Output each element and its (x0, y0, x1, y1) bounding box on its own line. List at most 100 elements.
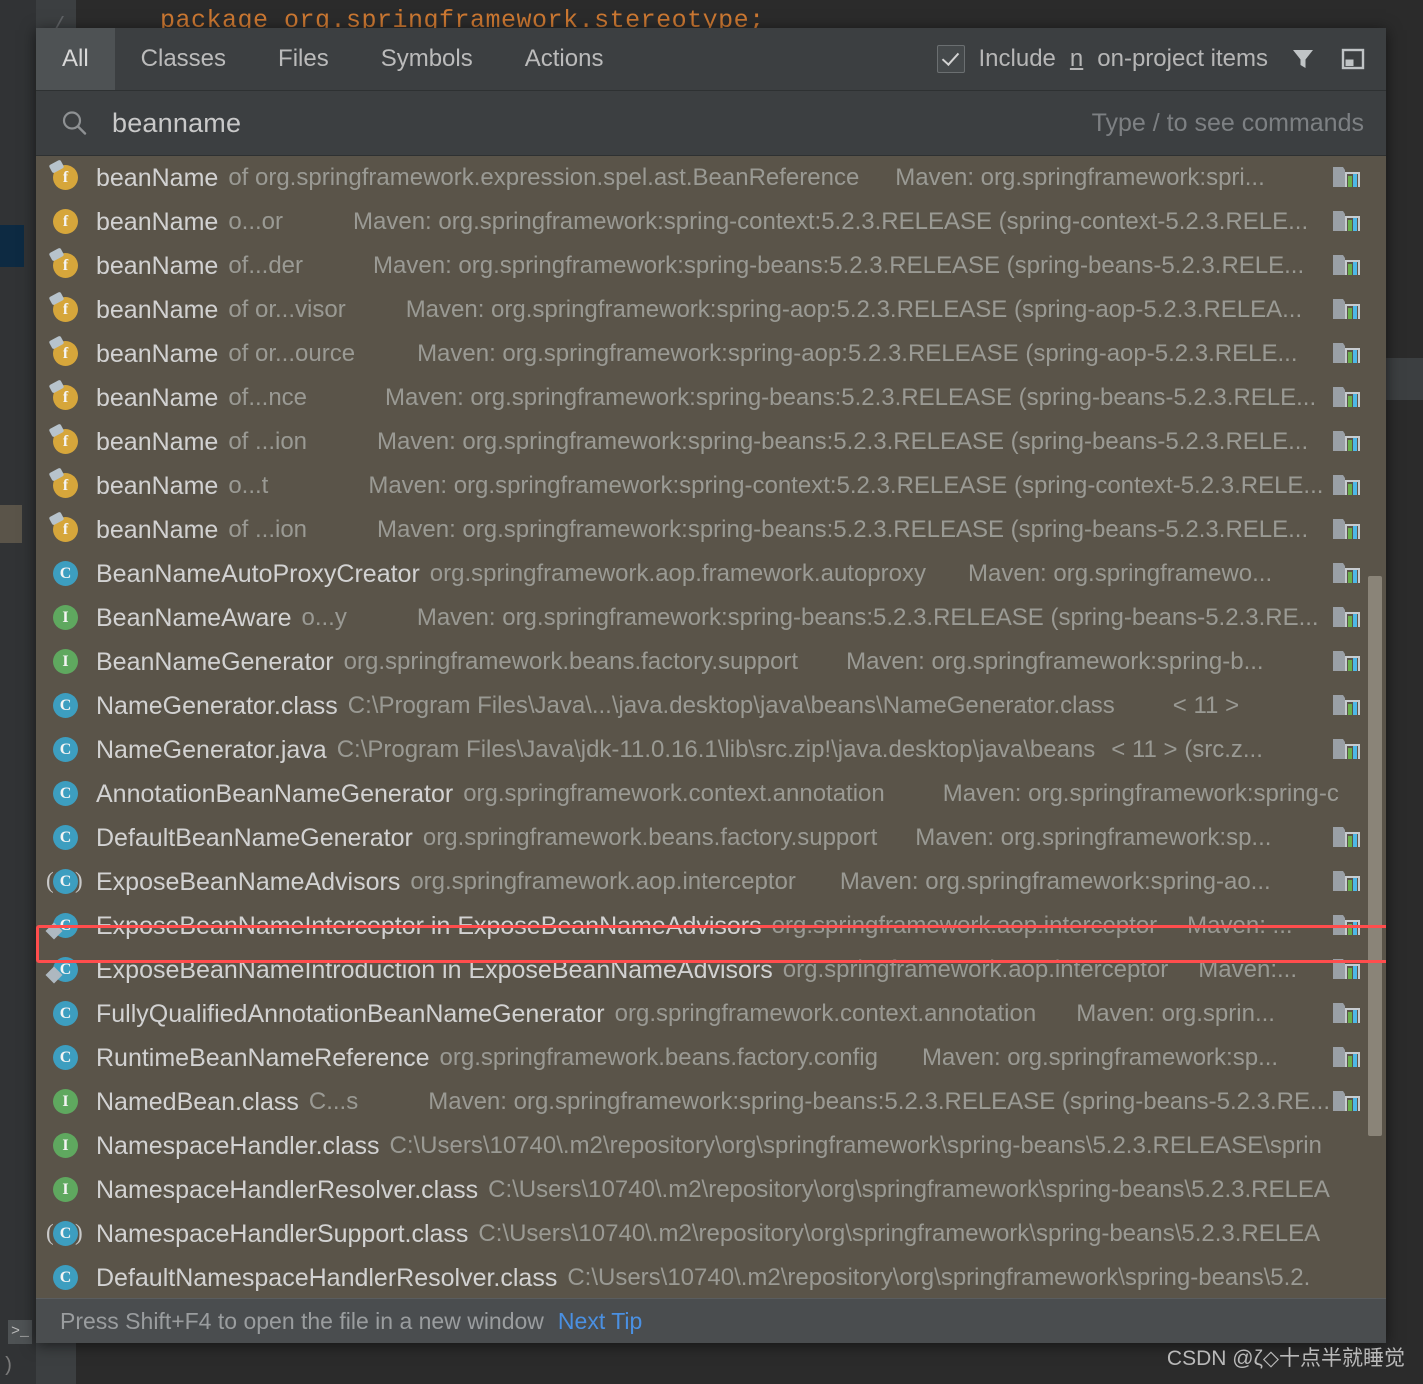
search-result-row[interactable]: I BeanNameGenerator org.springframework.be… (36, 640, 1386, 684)
maven-module-icon (1332, 823, 1362, 851)
result-package: org.springframework.beans.factory.suppor… (422, 824, 878, 851)
search-result-row[interactable]: () C NamespaceHandlerSupport.class C:\Users… (36, 1212, 1386, 1256)
search-result-row[interactable]: f beanName of or...visor Maven: org.springf… (36, 288, 1386, 332)
tab-all[interactable]: All (36, 28, 115, 90)
search-result-row[interactable]: I BeanNameAware o...y Maven: org.springfram… (36, 596, 1386, 640)
search-everywhere-popup: All Classes Files Symbols Actions Includ… (36, 28, 1386, 1343)
search-result-row[interactable]: I NamedBean.class C...s Maven: org.springfr… (36, 1080, 1386, 1124)
result-location: Maven: org.springframework:spring-b... (846, 648, 1264, 675)
next-tip-link[interactable]: Next Tip (558, 1308, 642, 1335)
result-location: Maven: org.springframework:spring-beans:… (377, 428, 1309, 455)
field-icon: f (48, 159, 80, 193)
class-icon: C (50, 691, 80, 721)
search-result-row[interactable]: () C ExposeBeanNameAdvisors org.springframe… (36, 860, 1386, 904)
result-package: org.springframework.context.annotation (614, 1000, 1037, 1027)
result-name: NameGenerator.class (96, 691, 338, 720)
search-result-row[interactable]: C AnnotationBeanNameGenerator org.springfr… (36, 772, 1386, 816)
maven-module-icon (1332, 559, 1362, 587)
result-name: ExposeBeanNameIntroduction in ExposeBean… (96, 955, 773, 984)
result-package: o...t (228, 472, 269, 499)
class-icon: C (50, 735, 80, 765)
result-name: DefaultNamespaceHandlerResolver.class (96, 1263, 558, 1292)
result-package: C:\Users\10740\.m2\repository\org\spring… (389, 1132, 1322, 1159)
results-scrollbar[interactable] (1368, 156, 1382, 1298)
result-package: org.springframework.beans.factory.config (439, 1044, 878, 1071)
maven-module-icon (1332, 339, 1362, 367)
result-package: C:\Program Files\Java\...\java.desktop\j… (347, 692, 1115, 719)
status-bar: Press Shift+F4 to open the file in a new… (36, 1298, 1386, 1343)
search-commands-hint: Type / to see commands (1091, 108, 1364, 137)
search-result-row[interactable]: I NamespaceHandlerResolver.class C:\Users\… (36, 1168, 1386, 1212)
tab-symbols[interactable]: Symbols (355, 28, 499, 90)
result-name: beanName (96, 515, 219, 544)
search-result-row[interactable]: f beanName of...nce Maven: org.springframew… (36, 376, 1386, 420)
maven-module-icon (1332, 163, 1362, 191)
result-name: beanName (96, 207, 219, 236)
maven-module-icon (1332, 1087, 1362, 1115)
result-name: NameGenerator.java (96, 735, 327, 764)
search-input-row[interactable]: beanname Type / to see commands (36, 91, 1386, 156)
tab-bar-right-controls: Include n on-project items (936, 28, 1386, 90)
search-result-row[interactable]: f beanName of or...ource Maven: org.springf… (36, 332, 1386, 376)
result-package: of or...visor (228, 296, 346, 323)
result-name: beanName (96, 471, 219, 500)
search-result-row[interactable]: C ExposeBeanNameInterceptor in ExposeBean… (36, 904, 1386, 948)
search-result-row[interactable]: C FullyQualifiedAnnotationBeanNameGenerat… (36, 992, 1386, 1036)
search-result-row[interactable]: C BeanNameAutoProxyCreator org.springframe… (36, 552, 1386, 596)
class-icon: C (50, 779, 80, 809)
result-package: of ...ion (228, 428, 308, 455)
result-location: Maven: org.springframewo... (968, 560, 1273, 587)
field-icon: f (48, 335, 80, 369)
filter-icon[interactable] (1288, 44, 1318, 74)
preview-panel-icon[interactable] (1338, 44, 1368, 74)
search-result-row[interactable]: f beanName o...or Maven: org.springframewor… (36, 200, 1386, 244)
include-non-project-items-option[interactable]: Include n on-project items (936, 45, 1268, 73)
maven-module-icon (1332, 603, 1362, 631)
result-location: Maven: org.springframework:spring-aop:5.… (405, 296, 1303, 323)
class-icon: C (45, 955, 80, 985)
field-icon: f (48, 423, 80, 457)
results-scrollbar-thumb[interactable] (1368, 576, 1382, 1136)
tab-classes[interactable]: Classes (115, 28, 252, 90)
search-result-row[interactable]: I NamespaceHandler.class C:\Users\10740\.m… (36, 1124, 1386, 1168)
tab-files[interactable]: Files (252, 28, 355, 90)
search-result-row[interactable]: f beanName of ...ion Maven: org.springframe… (36, 508, 1386, 552)
search-result-row[interactable]: C DefaultNamespaceHandlerResolver.class C:… (36, 1256, 1386, 1298)
watermark: CSDN @ζ◇十点半就睡觉 (1166, 1347, 1405, 1370)
result-name: BeanNameAutoProxyCreator (96, 559, 420, 588)
result-name: DefaultBeanNameGenerator (96, 823, 413, 852)
maven-module-icon (1332, 515, 1362, 543)
result-name: beanName (96, 251, 219, 280)
search-result-row[interactable]: f beanName o...t Maven: org.springframework… (36, 464, 1386, 508)
tab-actions[interactable]: Actions (499, 28, 630, 90)
result-location: Maven: org.springframework:spring-ao... (839, 868, 1271, 895)
include-non-project-label-after: on-project items (1097, 45, 1268, 72)
editor-right-strip (1382, 358, 1423, 400)
search-result-row[interactable]: C NameGenerator.java C:\Program Files\Java… (36, 728, 1386, 772)
interface-icon: I (50, 1087, 80, 1117)
search-result-row[interactable]: C NameGenerator.class C:\Program Files\Jav… (36, 684, 1386, 728)
include-non-project-checkbox[interactable] (936, 45, 965, 73)
result-location: Maven: org.springframework:spring-contex… (368, 472, 1324, 499)
result-name: ExposeBeanNameInterceptor in ExposeBeanN… (96, 911, 762, 940)
search-input[interactable]: beanname (112, 108, 241, 139)
terminal-icon[interactable]: >_ (8, 1320, 32, 1344)
result-name: FullyQualifiedAnnotationBeanNameGenerato… (96, 999, 605, 1028)
class-icon: C (50, 999, 80, 1029)
search-result-row[interactable]: C ExposeBeanNameIntroduction in ExposeBea… (36, 948, 1386, 992)
result-location: Maven: ... (1187, 912, 1293, 939)
search-result-row[interactable]: C RuntimeBeanNameReference org.springframe… (36, 1036, 1386, 1080)
search-results-list[interactable]: f beanName of org.springframework.expressi… (36, 156, 1386, 1298)
search-result-row[interactable]: f beanName of ...ion Maven: org.springframe… (36, 420, 1386, 464)
result-location: < 11 > (1172, 692, 1240, 719)
search-result-row[interactable]: C DefaultBeanNameGenerator org.springframe… (36, 816, 1386, 860)
result-package: C:\Users\10740\.m2\repository\org\spring… (488, 1176, 1330, 1203)
search-result-row[interactable]: f beanName of...der Maven: org.springframew… (36, 244, 1386, 288)
result-package: org.springframework.aop.interceptor (771, 912, 1158, 939)
field-icon: f (48, 247, 80, 281)
search-result-row[interactable]: f beanName of org.springframework.expressi… (36, 156, 1386, 200)
editor-highlight-marker (0, 505, 22, 543)
result-location: Maven: org.springframework:sp... (915, 824, 1272, 851)
class-icon: C (50, 823, 80, 853)
maven-module-icon (1332, 647, 1362, 675)
